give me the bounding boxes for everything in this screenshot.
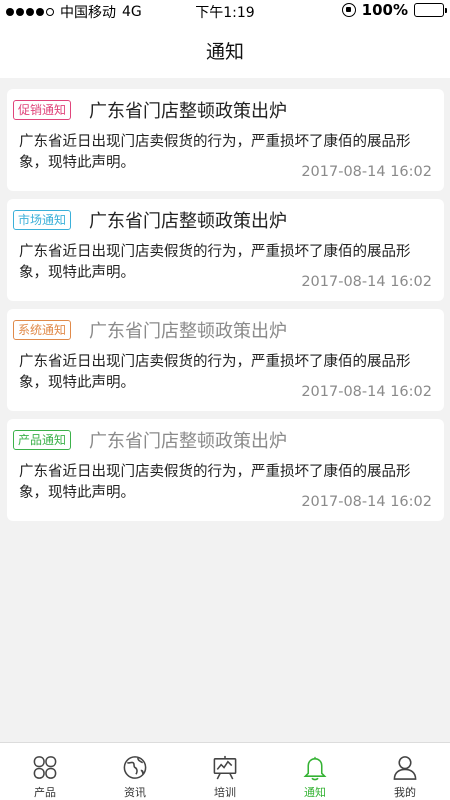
notification-card[interactable]: 产品通知 广东省门店整顿政策出炉 广东省近日出现门店卖假货的行为，严重损坏了康佰… [7, 419, 444, 521]
status-right: 100% [341, 1, 447, 19]
notification-tag: 系统通知 [13, 320, 72, 340]
notification-title: 广东省门店整顿政策出炉 [89, 431, 287, 452]
user-icon [393, 756, 417, 780]
notification-card[interactable]: 市场通知 广东省门店整顿政策出炉 广东省近日出现门店卖假货的行为，严重损坏了康佰… [7, 199, 444, 301]
notification-time: 2017-08-14 16:02 [301, 494, 432, 510]
tab-training[interactable]: 培训 [180, 743, 270, 800]
tab-notifications[interactable]: 通知 [270, 743, 360, 800]
tab-label: 资讯 [124, 786, 146, 799]
easel-icon [213, 755, 237, 780]
tab-label: 通知 [304, 786, 326, 799]
notification-time: 2017-08-14 16:02 [301, 384, 432, 400]
tab-label: 产品 [34, 786, 56, 799]
nav-bar: 通知 [0, 22, 450, 78]
notification-time: 2017-08-14 16:02 [301, 164, 432, 180]
tab-profile[interactable]: 我的 [360, 743, 450, 800]
notification-title: 广东省门店整顿政策出炉 [89, 211, 287, 232]
grid-icon [33, 756, 57, 779]
tab-news[interactable]: 资讯 [90, 743, 180, 800]
tab-label: 培训 [214, 786, 236, 799]
notification-card[interactable]: 促销通知 广东省门店整顿政策出炉 广东省近日出现门店卖假货的行为，严重损坏了康佰… [7, 89, 444, 191]
tab-products[interactable]: 产品 [0, 743, 90, 800]
bell-icon [303, 756, 327, 781]
battery-percent: 100% [361, 1, 408, 19]
tab-bar: 产品 资讯 培训 通知 我的 [0, 742, 450, 800]
notification-tag: 市场通知 [13, 210, 72, 230]
notification-card[interactable]: 系统通知 广东省门店整顿政策出炉 广东省近日出现门店卖假货的行为，严重损坏了康佰… [7, 309, 444, 411]
battery-icon [414, 3, 447, 17]
notification-title: 广东省门店整顿政策出炉 [89, 101, 287, 122]
page-title: 通知 [205, 40, 244, 63]
tab-label: 我的 [394, 786, 416, 799]
notification-tag: 促销通知 [13, 100, 72, 120]
rotation-lock-icon [341, 3, 356, 17]
notification-title: 广东省门店整顿政策出炉 [89, 321, 287, 342]
notification-time: 2017-08-14 16:02 [301, 274, 432, 290]
globe-icon [123, 756, 147, 779]
notification-tag: 产品通知 [13, 430, 72, 450]
status-bar: 中国移动 4G 下午1:19 100% [0, 0, 450, 22]
